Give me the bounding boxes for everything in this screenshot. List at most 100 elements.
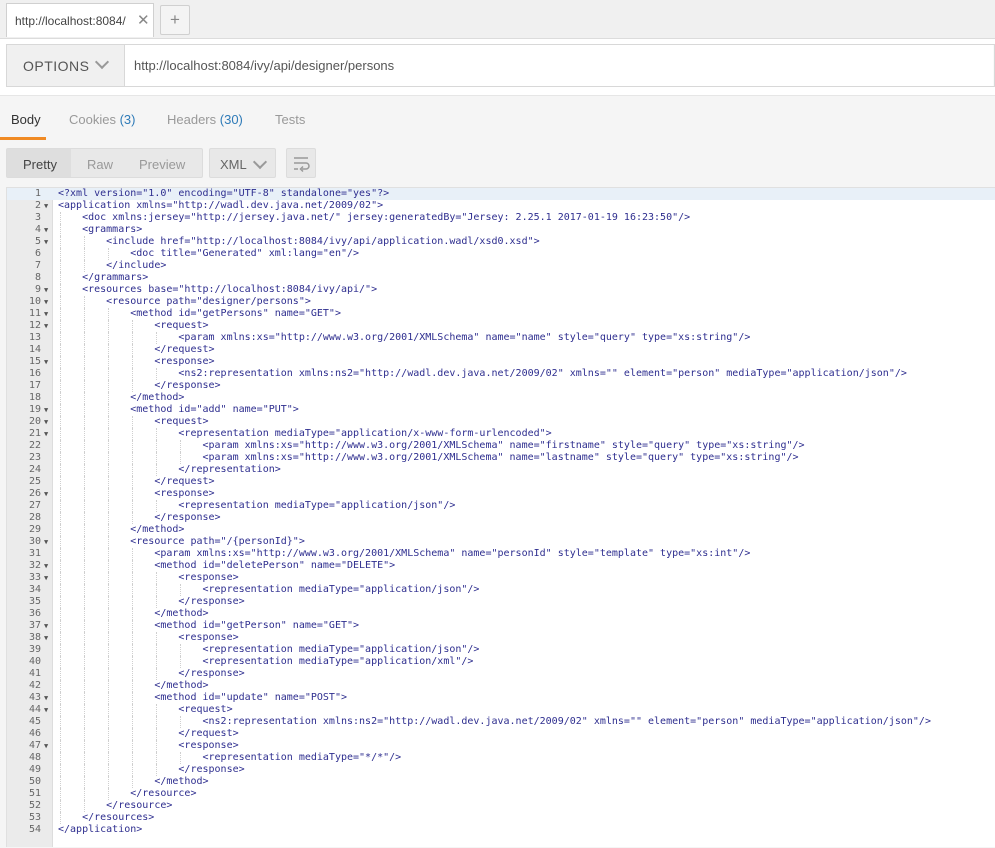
code-text: <representation mediaType="application/j… xyxy=(58,500,456,511)
code-line: 10 ▼ <resource path="designer/persons"> xyxy=(7,296,995,308)
fold-arrow-icon[interactable]: ▼ xyxy=(44,560,48,572)
tab-cookies[interactable]: Cookies (3) xyxy=(69,112,135,127)
fold-arrow-icon[interactable]: ▼ xyxy=(44,224,48,236)
line-number: 10 xyxy=(28,296,41,307)
code-text: <response> xyxy=(58,740,239,751)
line-number: 43 xyxy=(28,692,41,703)
code-line: 16 <ns2:representation xmlns:ns2="http:/… xyxy=(7,368,995,380)
code-line: 50 </method> xyxy=(7,776,995,788)
fold-arrow-icon[interactable]: ▼ xyxy=(44,632,48,644)
code-text: </application> xyxy=(58,824,143,835)
fold-arrow-icon[interactable]: ▼ xyxy=(44,200,48,212)
code-line: 11 ▼ <method id="getPersons" name="GET"> xyxy=(7,308,995,320)
fold-arrow-icon[interactable]: ▼ xyxy=(44,620,48,632)
code-line: 18 </method> xyxy=(7,392,995,404)
code-line: 47 ▼ <response> xyxy=(7,740,995,752)
line-number: 37 xyxy=(28,620,41,631)
code-line: 48 <representation mediaType="*/*"/> xyxy=(7,752,995,764)
code-line: 42 </method> xyxy=(7,680,995,692)
line-number: 13 xyxy=(28,332,41,343)
code-text: <param xmlns:xs="http://www.w3.org/2001/… xyxy=(58,440,805,451)
fold-arrow-icon[interactable]: ▼ xyxy=(44,740,48,752)
code-text: <request> xyxy=(58,416,209,427)
code-line: 54 </application> xyxy=(7,824,995,836)
close-icon[interactable]: ✕ xyxy=(137,11,150,29)
new-tab-button[interactable]: + xyxy=(160,5,190,35)
fold-arrow-icon[interactable]: ▼ xyxy=(44,284,48,296)
line-number: 51 xyxy=(28,788,41,799)
code-line: 53 </resources> xyxy=(7,812,995,824)
code-text: <method id="update" name="POST"> xyxy=(58,692,347,703)
code-text: </response> xyxy=(58,668,245,679)
line-number: 15 xyxy=(28,356,41,367)
code-text: <representation mediaType="*/*"/> xyxy=(58,752,402,763)
code-line: 13 <param xmlns:xs="http://www.w3.org/20… xyxy=(7,332,995,344)
method-label: OPTIONS xyxy=(23,58,90,74)
line-number: 46 xyxy=(28,728,41,739)
line-number: 2 xyxy=(34,200,41,211)
code-text: <response> xyxy=(58,632,239,643)
fold-arrow-icon[interactable]: ▼ xyxy=(44,704,48,716)
code-line: 38 ▼ <response> xyxy=(7,632,995,644)
line-number: 32 xyxy=(28,560,41,571)
code-line: 14 </request> xyxy=(7,344,995,356)
fold-arrow-icon[interactable]: ▼ xyxy=(44,356,48,368)
code-viewer[interactable]: 1 <?xml version="1.0" encoding="UTF-8" st… xyxy=(6,187,995,847)
code-line: 52 </resource> xyxy=(7,800,995,812)
fold-arrow-icon[interactable]: ▼ xyxy=(44,692,48,704)
code-line: 6 <doc title="Generated" xml:lang="en"/> xyxy=(7,248,995,260)
fold-arrow-icon[interactable]: ▼ xyxy=(44,308,48,320)
fold-arrow-icon[interactable]: ▼ xyxy=(44,404,48,416)
tab-body[interactable]: Body xyxy=(11,112,41,127)
code-line: 24 </representation> xyxy=(7,464,995,476)
fold-arrow-icon[interactable]: ▼ xyxy=(44,320,48,332)
tab-headers-label: Headers xyxy=(167,112,217,127)
code-line: 34 <representation mediaType="applicatio… xyxy=(7,584,995,596)
code-text: <grammars> xyxy=(58,224,143,235)
fold-arrow-icon[interactable]: ▼ xyxy=(44,296,48,308)
fold-arrow-icon[interactable]: ▼ xyxy=(44,536,48,548)
code-line: 23 <param xmlns:xs="http://www.w3.org/20… xyxy=(7,452,995,464)
code-text: <resources base="http://localhost:8084/i… xyxy=(58,284,378,295)
fold-arrow-icon[interactable]: ▼ xyxy=(44,236,48,248)
code-line: 49 </response> xyxy=(7,764,995,776)
tab-headers[interactable]: Headers (30) xyxy=(167,112,243,127)
line-number: 29 xyxy=(28,524,41,535)
line-number: 3 xyxy=(34,212,41,223)
line-number: 54 xyxy=(28,824,41,835)
line-number: 5 xyxy=(34,236,41,247)
code-line: 31 <param xmlns:xs="http://www.w3.org/20… xyxy=(7,548,995,560)
code-text: </method> xyxy=(58,524,185,535)
method-dropdown[interactable]: OPTIONS xyxy=(7,45,125,86)
code-text: <application xmlns="http://wadl.dev.java… xyxy=(58,200,384,211)
url-input[interactable] xyxy=(125,45,993,86)
code-text: </method> xyxy=(58,608,209,619)
wrap-lines-button[interactable] xyxy=(286,148,316,178)
code-text: </response> xyxy=(58,764,245,775)
code-text: <representation mediaType="application/j… xyxy=(58,644,480,655)
raw-button[interactable]: Raw xyxy=(87,157,113,172)
preview-button[interactable]: Preview xyxy=(139,157,185,172)
code-text: <ns2:representation xmlns:ns2="http://wa… xyxy=(58,368,907,379)
fold-arrow-icon[interactable]: ▼ xyxy=(44,572,48,584)
fold-arrow-icon[interactable]: ▼ xyxy=(44,416,48,428)
tab-tests[interactable]: Tests xyxy=(275,112,305,127)
code-text: </resources> xyxy=(58,812,155,823)
fold-arrow-icon[interactable]: ▼ xyxy=(44,428,48,440)
code-line: 27 <representation mediaType="applicatio… xyxy=(7,500,995,512)
code-text: <representation mediaType="application/j… xyxy=(58,584,480,595)
format-dropdown[interactable]: XML xyxy=(209,148,276,178)
code-text: </method> xyxy=(58,392,185,403)
pretty-button[interactable]: Pretty xyxy=(23,157,57,172)
fold-arrow-icon[interactable]: ▼ xyxy=(44,488,48,500)
code-text: </grammars> xyxy=(58,272,149,283)
request-tab[interactable]: http://localhost:8084/ ✕ xyxy=(6,3,154,37)
code-text: <doc xmlns:jersey="http://jersey.java.ne… xyxy=(58,212,691,223)
view-mode-group: Pretty Raw Preview xyxy=(6,148,203,178)
tab-cookies-label: Cookies xyxy=(69,112,116,127)
line-number: 49 xyxy=(28,764,41,775)
code-line: 8 </grammars> xyxy=(7,272,995,284)
line-number: 36 xyxy=(28,608,41,619)
code-line: 36 </method> xyxy=(7,608,995,620)
code-line: 45 <ns2:representation xmlns:ns2="http:/… xyxy=(7,716,995,728)
